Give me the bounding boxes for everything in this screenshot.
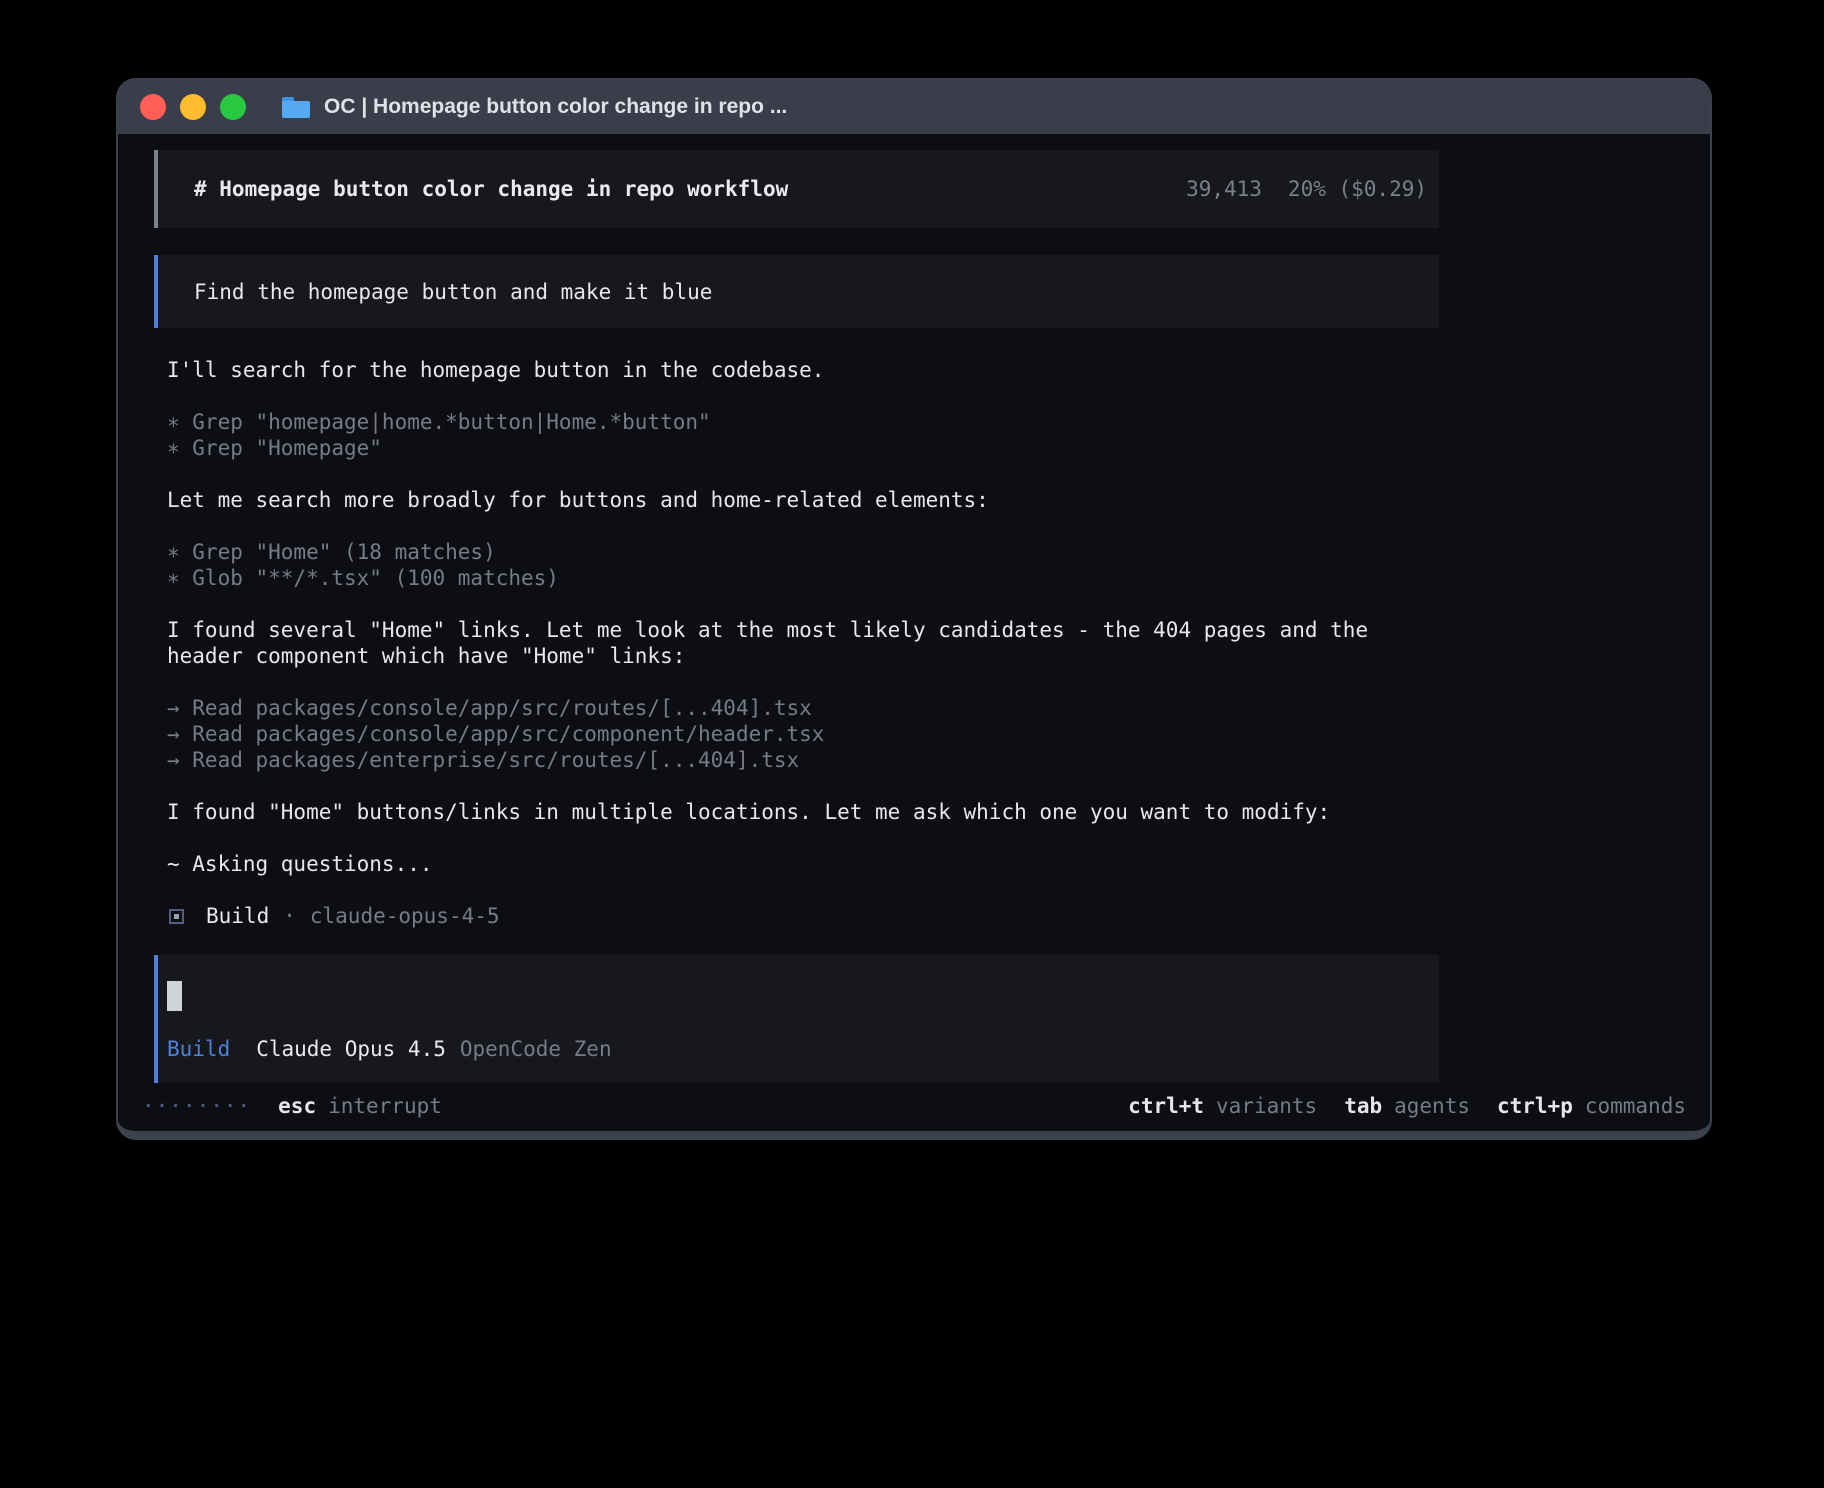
model-label: Claude Opus 4.5 [256,1037,446,1061]
assistant-paragraph: Let me search more broadly for buttons a… [167,487,1439,513]
keybind-key: ctrl+p [1497,1094,1573,1118]
provider-label: OpenCode Zen [460,1037,612,1061]
window-titlebar[interactable]: OC | Homepage button color change in rep… [118,80,1710,134]
keybind-label: commands [1585,1094,1686,1118]
context-usage: 20% ($0.29) [1288,177,1427,201]
assistant-paragraph: I found several "Home" links. Let me loo… [167,617,1439,669]
status-bar: ········ esc interrupt ctrl+t variants tab… [142,1094,1686,1118]
keybind-key: esc [278,1094,316,1118]
tool-call-grep: ∗ Grep "Homepage" [167,435,1439,461]
tool-call-read: → Read packages/console/app/src/componen… [167,721,1439,747]
assistant-paragraph: I'll search for the homepage button in t… [167,357,1439,383]
traffic-lights [140,94,246,120]
titlebar-title-group: OC | Homepage button color change in rep… [282,95,787,119]
user-message-text: Find the homepage button and make it blu… [194,280,712,304]
input-meta-row: Build Claude Opus 4.5 OpenCode Zen [167,1037,1427,1061]
user-message: Find the homepage button and make it blu… [154,255,1439,328]
agent-name: Build [206,903,269,929]
tool-call-grep: ∗ Grep "Home" (18 matches) [167,539,1439,565]
window-title: OC | Homepage button color change in rep… [324,95,787,119]
agent-build-icon [169,909,184,924]
agent-status-row: Build · claude-opus-4-5 [169,903,1439,929]
status-bar-left: ········ esc interrupt [142,1094,442,1118]
assistant-transcript: I'll search for the homepage button in t… [167,357,1439,929]
tool-call-read: → Read packages/enterprise/src/routes/[.… [167,747,1439,773]
agent-mode-label[interactable]: Build [167,1037,230,1061]
keybind-agents: tab agents [1344,1094,1470,1118]
keybind-label: variants [1216,1094,1317,1118]
agent-separator: · [283,903,296,929]
minimize-button[interactable] [180,94,206,120]
tool-call-group: ∗ Grep "Home" (18 matches) ∗ Glob "**/*.… [167,539,1439,591]
keybind-label: agents [1394,1094,1470,1118]
tool-call-grep: ∗ Grep "homepage|home.*button|Home.*butt… [167,409,1439,435]
conversation-column: # Homepage button color change in repo w… [154,150,1439,1083]
terminal-window: OC | Homepage button color change in rep… [116,78,1712,1140]
keybind-key: tab [1344,1094,1382,1118]
prompt-input[interactable]: Build Claude Opus 4.5 OpenCode Zen [154,955,1439,1083]
status-bar-right: ctrl+t variants tab agents ctrl+p commands [1128,1094,1686,1118]
zoom-button[interactable] [220,94,246,120]
keybind-key: ctrl+t [1128,1094,1204,1118]
tool-call-group: ∗ Grep "homepage|home.*button|Home.*butt… [167,409,1439,461]
agent-model: claude-opus-4-5 [310,903,500,929]
keybind-variants: ctrl+t variants [1128,1094,1317,1118]
working-status: ~ Asking questions... [167,851,1439,877]
text-cursor [167,981,182,1011]
keybind-commands: ctrl+p commands [1497,1094,1686,1118]
close-button[interactable] [140,94,166,120]
keybind-interrupt: esc interrupt [278,1094,442,1118]
session-title: # Homepage button color change in repo w… [194,177,788,201]
tool-call-read: → Read packages/console/app/src/routes/[… [167,695,1439,721]
folder-icon [282,97,310,118]
assistant-paragraph: I found "Home" buttons/links in multiple… [167,799,1439,825]
keybind-label: interrupt [328,1094,442,1118]
terminal-content: # Homepage button color change in repo w… [118,134,1710,1118]
progress-dots: ········ [142,1094,251,1118]
token-count: 39,413 [1186,177,1262,201]
session-header: # Homepage button color change in repo w… [154,150,1439,228]
tool-call-glob: ∗ Glob "**/*.tsx" (100 matches) [167,565,1439,591]
tool-call-group: → Read packages/console/app/src/routes/[… [167,695,1439,773]
session-stats: 39,413 20% ($0.29) [1186,177,1427,201]
